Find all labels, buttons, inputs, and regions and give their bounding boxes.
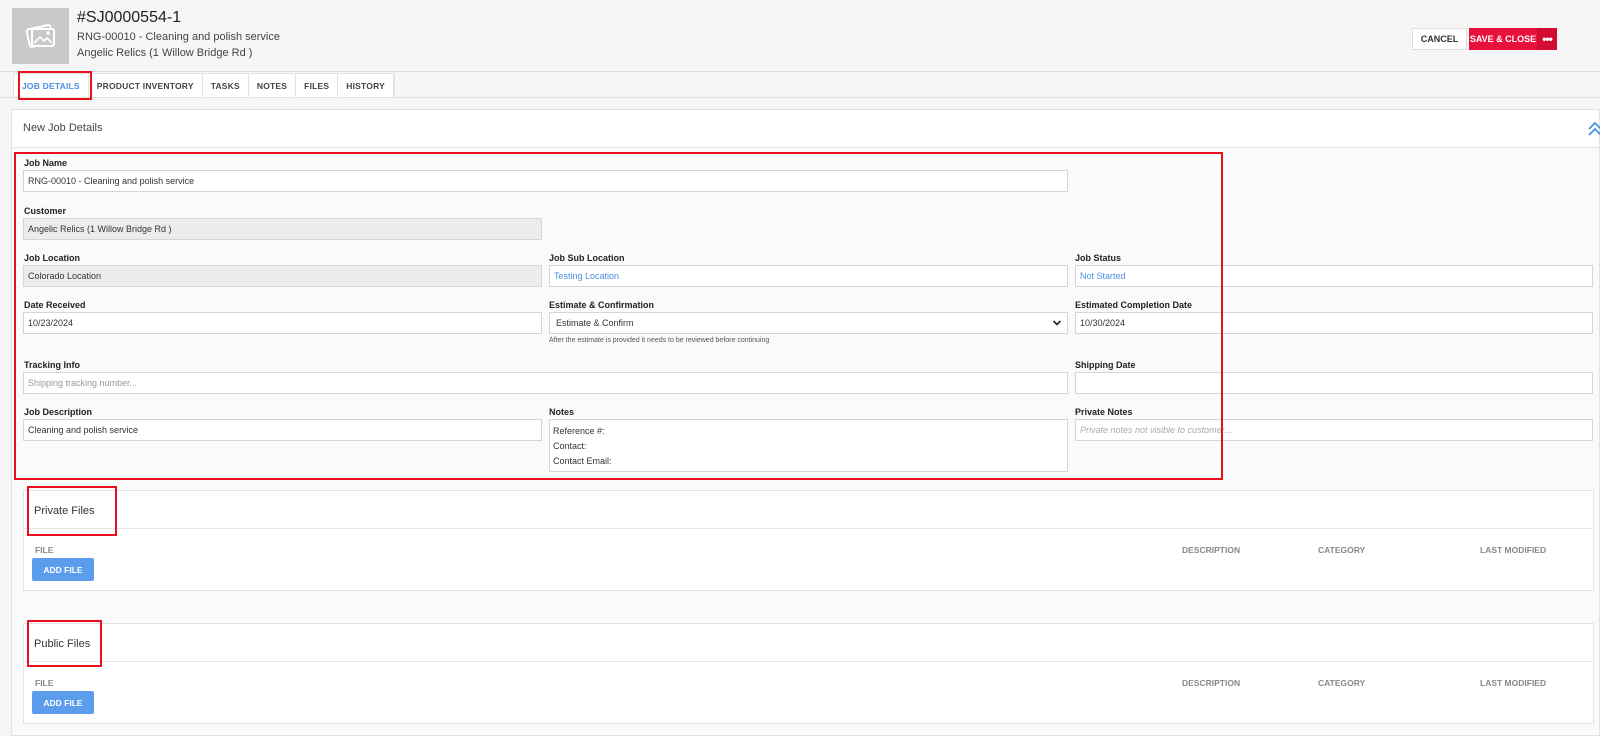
private-col-file: FILE xyxy=(35,545,54,555)
save-close-button[interactable]: SAVE & CLOSE xyxy=(1469,28,1537,50)
job-number-title: #SJ0000554-1 xyxy=(77,9,182,26)
tab-history[interactable]: HISTORY xyxy=(338,74,394,97)
job-customer-line: Angelic Relics (1 Willow Bridge Rd ) xyxy=(77,47,253,59)
double-chevron-up-icon[interactable] xyxy=(1585,119,1600,139)
image-placeholder-icon xyxy=(25,24,55,48)
tab-tasks[interactable]: TASKS xyxy=(203,74,249,97)
public-add-file-button[interactable]: ADD FILE xyxy=(32,691,94,714)
public-col-file: FILE xyxy=(35,678,54,688)
page-header: #SJ0000554-1 RNG-00010 - Cleaning and po… xyxy=(0,0,1600,72)
job-thumbnail xyxy=(12,8,69,64)
highlight-tab-job-details xyxy=(18,71,92,100)
public-files-header: Public Files xyxy=(24,624,1593,662)
highlight-private-files xyxy=(27,486,117,536)
public-col-description: DESCRIPTION xyxy=(1182,678,1241,688)
panel-title: New Job Details xyxy=(23,122,103,134)
highlight-form-area xyxy=(14,152,1223,480)
highlight-public-files xyxy=(27,620,102,667)
private-col-description: DESCRIPTION xyxy=(1182,545,1241,555)
public-col-category: CATEGORY xyxy=(1318,678,1366,688)
more-options-button[interactable]: ••• xyxy=(1537,28,1557,50)
tab-files[interactable]: FILES xyxy=(296,74,339,97)
private-col-category: CATEGORY xyxy=(1318,545,1366,555)
private-col-last-modified: LAST MODIFIED xyxy=(1480,545,1547,555)
cancel-button[interactable]: CANCEL xyxy=(1412,28,1467,50)
public-files-section: Public Files FILE DESCRIPTION CATEGORY L… xyxy=(23,623,1594,724)
private-files-header: Private Files xyxy=(24,491,1593,529)
private-files-section: Private Files FILE DESCRIPTION CATEGORY … xyxy=(23,490,1594,591)
tab-product-inventory[interactable]: PRODUCT INVENTORY xyxy=(89,74,203,97)
private-add-file-button[interactable]: ADD FILE xyxy=(32,558,94,581)
public-col-last-modified: LAST MODIFIED xyxy=(1480,678,1547,688)
panel-header: New Job Details xyxy=(12,110,1600,148)
job-subtitle: RNG-00010 - Cleaning and polish service xyxy=(77,31,280,43)
tab-notes[interactable]: NOTES xyxy=(249,74,297,97)
